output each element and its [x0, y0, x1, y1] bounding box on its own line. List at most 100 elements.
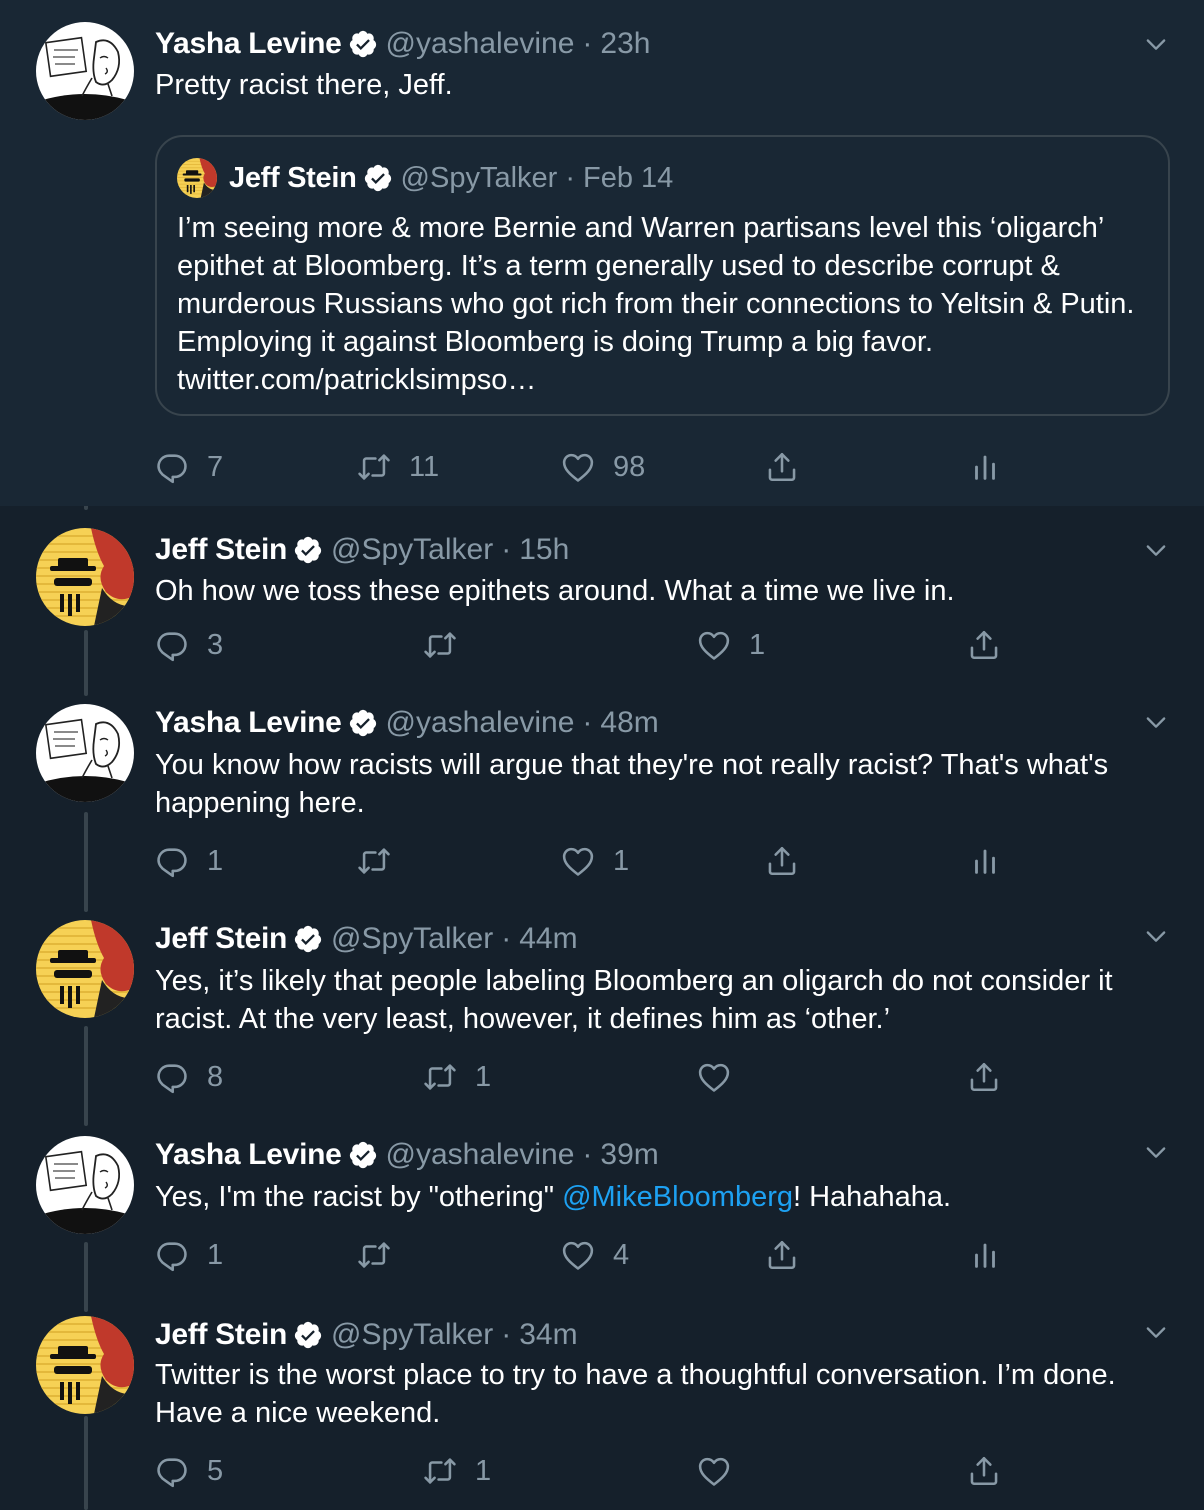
like-button[interactable]: 4 [561, 1235, 629, 1275]
chevron-down-icon[interactable] [1142, 922, 1170, 950]
verified-badge-icon [363, 163, 393, 193]
avatar[interactable] [36, 920, 134, 1018]
chevron-down-icon[interactable] [1142, 30, 1170, 58]
avatar[interactable] [36, 528, 134, 626]
retweet-icon [423, 1454, 457, 1488]
timestamp[interactable]: 39m [600, 1138, 658, 1172]
like-button[interactable] [697, 1451, 749, 1491]
like-count: 98 [613, 450, 646, 483]
reply-button[interactable]: 8 [155, 1057, 223, 1097]
tweet[interactable]: Jeff Stein @SpyTalker · 44m Yes, it’s li… [0, 910, 1204, 1126]
author-name[interactable]: Yasha Levine [155, 27, 342, 61]
retweet-icon [423, 1060, 457, 1094]
share-icon [967, 1060, 1001, 1094]
spy-icon [36, 1316, 134, 1414]
retweet-button[interactable] [423, 625, 475, 665]
chevron-down-icon[interactable] [1142, 708, 1170, 736]
avatar[interactable] [36, 1136, 134, 1234]
author-handle[interactable]: @SpyTalker [331, 1318, 493, 1352]
retweet-icon [357, 1238, 391, 1272]
quoted-timestamp: Feb 14 [582, 161, 674, 194]
retweet-button[interactable]: 11 [357, 447, 439, 487]
author-name[interactable]: Jeff Stein [155, 1318, 287, 1352]
analytics-button[interactable] [968, 1235, 1002, 1275]
tweet[interactable]: Yasha Levine @yashalevine · 39m Yes, I'm… [0, 1126, 1204, 1316]
separator-dot: · [582, 1138, 593, 1171]
analytics-icon [968, 450, 1002, 484]
tweet[interactable]: Yasha Levine @yashalevine · 23h Pretty r… [0, 0, 1204, 506]
author-name[interactable]: Yasha Levine [155, 706, 342, 740]
reply-count: 1 [207, 844, 224, 877]
timestamp[interactable]: 48m [600, 706, 658, 740]
share-button[interactable] [765, 841, 799, 881]
share-button[interactable] [967, 1057, 1001, 1097]
share-button[interactable] [967, 1451, 1001, 1491]
spy-icon [177, 158, 217, 198]
retweet-icon [423, 628, 457, 662]
reply-button[interactable]: 7 [155, 447, 223, 487]
share-icon [967, 628, 1001, 662]
author-handle[interactable]: @SpyTalker [331, 533, 493, 567]
tweet-text: Yes, it’s likely that people labeling Bl… [155, 965, 1113, 1035]
avatar[interactable] [36, 22, 134, 120]
quoted-tweet[interactable]: Jeff Stein @SpyTalker · Feb 14 I’m seein… [155, 135, 1170, 416]
like-icon [697, 628, 731, 662]
retweet-button[interactable]: 1 [423, 1451, 491, 1491]
author-name[interactable]: Jeff Stein [155, 922, 287, 956]
author-handle[interactable]: @yashalevine [386, 706, 575, 740]
reply-button[interactable]: 1 [155, 841, 223, 881]
avatar[interactable] [36, 704, 134, 802]
like-count: 1 [613, 844, 630, 877]
analytics-button[interactable] [968, 447, 1002, 487]
reply-count: 8 [207, 1060, 224, 1093]
quoted-tweet-header: Jeff Stein @SpyTalker · Feb 14 [177, 159, 673, 197]
share-button[interactable] [765, 447, 799, 487]
reply-button[interactable]: 3 [155, 625, 223, 665]
spy-icon [36, 920, 134, 1018]
avatar[interactable] [36, 1316, 134, 1414]
tweet-actions: 7 11 98 [155, 447, 1015, 487]
tweet[interactable]: Jeff Stein @SpyTalker · 34m Twitter is t… [0, 1316, 1204, 1510]
author-name[interactable]: Yasha Levine [155, 1138, 342, 1172]
tweet-actions: 5 1 [155, 1451, 1015, 1491]
timestamp[interactable]: 23h [600, 27, 650, 61]
tweet-header: Jeff Stein @SpyTalker · 34m [155, 1316, 578, 1354]
share-icon [967, 1454, 1001, 1488]
share-button[interactable] [765, 1235, 799, 1275]
like-button[interactable]: 1 [561, 841, 629, 881]
chevron-down-icon[interactable] [1142, 1318, 1170, 1346]
like-button[interactable] [697, 1057, 749, 1097]
like-icon [561, 1238, 595, 1272]
author-handle[interactable]: @yashalevine [386, 1138, 575, 1172]
mention-link[interactable]: @MikeBloomberg [562, 1181, 793, 1213]
tweet[interactable]: Yasha Levine @yashalevine · 48m You know… [0, 696, 1204, 910]
retweet-button[interactable] [357, 841, 409, 881]
share-button[interactable] [967, 625, 1001, 665]
quoted-tweet-text: I’m seeing more & more Bernie and Warren… [177, 212, 1135, 396]
retweet-icon [357, 844, 391, 878]
author-handle[interactable]: @yashalevine [386, 27, 575, 61]
tweet[interactable]: Jeff Stein @SpyTalker · 15h Oh how we to… [0, 506, 1204, 696]
verified-badge-icon [293, 535, 323, 565]
share-icon [765, 450, 799, 484]
author-handle[interactable]: @SpyTalker [331, 922, 493, 956]
timestamp[interactable]: 44m [519, 922, 577, 956]
like-button[interactable]: 1 [697, 625, 765, 665]
author-name[interactable]: Jeff Stein [155, 533, 287, 567]
retweet-button[interactable] [357, 1235, 409, 1275]
like-icon [561, 844, 595, 878]
tweet-text: Oh how we toss these epithets around. Wh… [155, 575, 955, 607]
like-button[interactable]: 98 [561, 447, 645, 487]
reply-button[interactable]: 1 [155, 1235, 223, 1275]
retweet-button[interactable]: 1 [423, 1057, 491, 1097]
timestamp[interactable]: 34m [519, 1318, 577, 1352]
like-icon [561, 450, 595, 484]
quoted-author-handle: @SpyTalker [400, 161, 558, 194]
sketch-face-icon [36, 704, 134, 802]
analytics-button[interactable] [968, 841, 1002, 881]
timestamp[interactable]: 15h [519, 533, 569, 567]
reply-icon [155, 450, 189, 484]
chevron-down-icon[interactable] [1142, 1138, 1170, 1166]
chevron-down-icon[interactable] [1142, 536, 1170, 564]
reply-button[interactable]: 5 [155, 1451, 223, 1491]
